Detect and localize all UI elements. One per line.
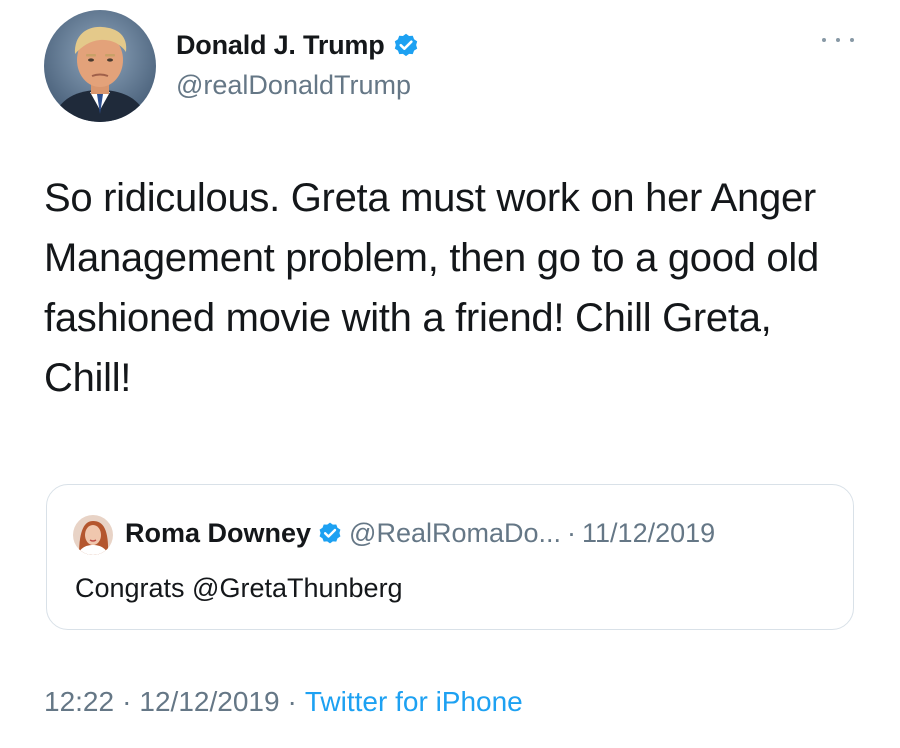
quoted-tweet-card[interactable]: Roma Downey @RealRomaDo... · 11/12/2019 … — [46, 484, 854, 630]
ellipsis-icon-dot — [850, 38, 854, 42]
ellipsis-icon-dot — [822, 38, 826, 42]
quoted-separator: · — [567, 518, 577, 548]
verified-badge-icon — [317, 521, 343, 547]
ellipsis-icon-dot — [836, 38, 840, 42]
author-name[interactable]: Donald J. Trump — [176, 30, 385, 61]
quoted-header: Roma Downey @RealRomaDo... · 11/12/2019 — [125, 518, 715, 549]
quoted-tweet-text: Congrats @GretaThunberg — [75, 573, 403, 603]
quoted-author-handle: @RealRomaDo... — [349, 518, 562, 548]
more-options-button[interactable] — [822, 30, 854, 50]
tweet-meta: 12:22 · 12/12/2019 · Twitter for iPhone — [44, 686, 523, 718]
quoted-author-name: Roma Downey — [125, 518, 312, 548]
meta-separator: · — [122, 686, 132, 717]
tweet-time[interactable]: 12:22 — [44, 686, 114, 717]
tweet-date[interactable]: 12/12/2019 — [139, 686, 279, 717]
tweet-source-link[interactable]: Twitter for iPhone — [305, 686, 523, 717]
verified-badge-icon — [392, 32, 420, 60]
quoted-date: 11/12/2019 — [582, 518, 716, 548]
tweet-text: So ridiculous. Greta must work on her An… — [44, 176, 819, 400]
author-name-row: Donald J. Trump — [176, 30, 420, 61]
author-handle[interactable]: @realDonaldTrump — [176, 70, 411, 101]
meta-separator: · — [287, 686, 297, 717]
author-avatar[interactable] — [44, 10, 156, 122]
quoted-author-avatar — [73, 515, 113, 555]
